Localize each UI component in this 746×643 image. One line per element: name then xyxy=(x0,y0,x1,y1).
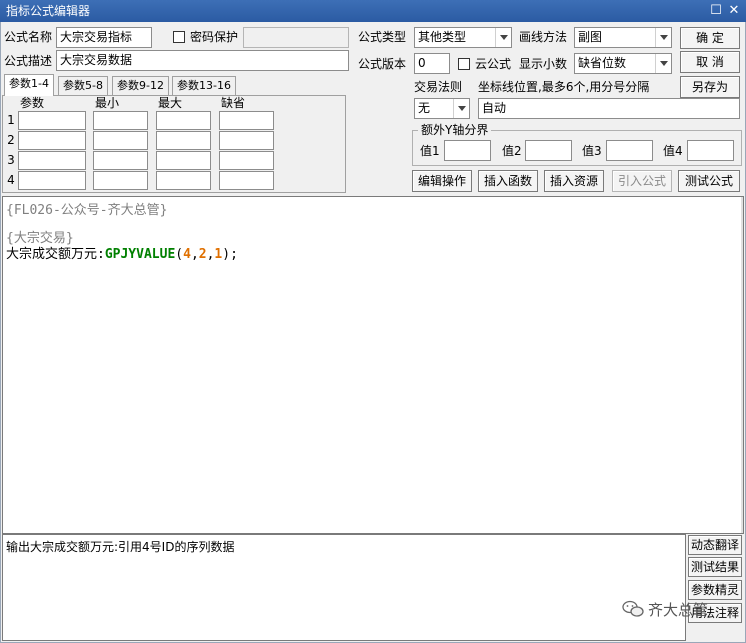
param-row-number: 2 xyxy=(7,133,15,147)
param-min-input-2[interactable] xyxy=(93,131,148,150)
param-min-input-4[interactable] xyxy=(93,171,148,190)
param-min-input-1[interactable] xyxy=(93,111,148,130)
trade-rule-value: 无 xyxy=(418,101,431,115)
code-variable: 大宗成交额万元: xyxy=(6,247,105,262)
param-header-min: 最小 xyxy=(95,96,120,110)
trade-rule-select[interactable]: 无 xyxy=(414,98,470,119)
formula-name-input[interactable]: 大宗交易指标 xyxy=(56,27,152,48)
close-icon[interactable]: ✕ xyxy=(722,0,746,22)
param-max-input-4[interactable] xyxy=(156,171,211,190)
y-value-2-input[interactable] xyxy=(525,140,572,161)
formula-type-select[interactable]: 其他类型 xyxy=(414,27,512,48)
formula-version-label: 公式版本 xyxy=(358,57,407,71)
dynamic-translate-button[interactable]: 动态翻译 xyxy=(688,535,742,555)
y-value-4-label: 值4 xyxy=(663,144,683,158)
output-text: 输出大宗成交额万元:引用4号ID的序列数据 xyxy=(6,540,235,554)
password-label: 密码保护 xyxy=(190,30,239,44)
extra-y-axis-label: 额外Y轴分界 xyxy=(418,123,492,137)
code-close: ); xyxy=(222,247,238,262)
chevron-down-icon xyxy=(495,28,511,47)
param-max-input-2[interactable] xyxy=(156,131,211,150)
tab-params-13-16[interactable]: 参数13-16 xyxy=(172,76,236,95)
param-name-input-1[interactable] xyxy=(18,111,86,130)
tab-params-1-4[interactable]: 参数1-4 xyxy=(4,74,54,96)
param-max-input-3[interactable] xyxy=(156,151,211,170)
tab-params-5-8[interactable]: 参数5-8 xyxy=(58,76,108,95)
param-name-input-3[interactable] xyxy=(18,151,86,170)
param-header-name: 参数 xyxy=(20,96,45,110)
editor-line-code: 大宗成交额万元:GPJYVALUE(4,2,1); xyxy=(6,243,238,262)
editor-line-comment-1: {FL026-公众号-齐大总管} xyxy=(6,203,168,218)
formula-type-label: 公式类型 xyxy=(358,30,407,44)
save-as-button[interactable]: 另存为 xyxy=(680,76,740,98)
cloud-formula-label: 云公式 xyxy=(475,57,512,71)
code-function: GPJYVALUE xyxy=(104,247,176,262)
test-result-button[interactable]: 测试结果 xyxy=(688,557,742,577)
param-row-number: 1 xyxy=(7,113,15,127)
param-default-input-3[interactable] xyxy=(219,151,274,170)
formula-version-input[interactable]: 0 xyxy=(414,53,450,74)
param-name-input-4[interactable] xyxy=(18,171,86,190)
tab-params-9-12[interactable]: 参数9-12 xyxy=(112,76,169,95)
param-header-default: 缺省 xyxy=(221,96,246,110)
test-formula-button[interactable]: 测试公式 xyxy=(678,170,740,192)
edit-ops-button[interactable]: 编辑操作 xyxy=(412,170,472,192)
trade-rule-label: 交易法则 xyxy=(414,80,463,94)
formula-type-value: 其他类型 xyxy=(418,30,467,44)
param-row-number: 4 xyxy=(7,173,15,187)
chevron-down-icon xyxy=(655,54,671,73)
param-header-max: 最大 xyxy=(158,96,183,110)
password-input[interactable] xyxy=(243,27,349,48)
param-row-number: 3 xyxy=(7,153,15,167)
password-checkbox[interactable] xyxy=(173,31,185,43)
param-default-input-4[interactable] xyxy=(219,171,274,190)
y-value-3-label: 值3 xyxy=(582,144,602,158)
formula-name-label: 公式名称 xyxy=(4,30,53,44)
draw-method-value: 副图 xyxy=(578,30,603,44)
editor-scrollbar[interactable] xyxy=(741,197,743,533)
ok-button[interactable]: 确 定 xyxy=(680,27,740,49)
draw-method-select[interactable]: 副图 xyxy=(574,27,672,48)
param-wizard-button[interactable]: 参数精灵 xyxy=(688,580,742,600)
title-bar: 指标公式编辑器 xyxy=(0,0,746,22)
coord-line-label: 坐标线位置,最多6个,用分号分隔 xyxy=(478,80,650,94)
import-formula-button[interactable]: 引入公式 xyxy=(612,170,672,192)
y-value-4-input[interactable] xyxy=(687,140,734,161)
y-value-3-input[interactable] xyxy=(606,140,653,161)
code-arg-1: 4 xyxy=(183,247,191,262)
param-min-input-3[interactable] xyxy=(93,151,148,170)
param-name-input-2[interactable] xyxy=(18,131,86,150)
code-arg-2: 2 xyxy=(198,247,207,262)
code-paren: ( xyxy=(175,247,184,262)
watermark-text: 齐大总管 xyxy=(648,601,709,619)
decimal-label: 显示小数 xyxy=(519,57,568,71)
insert-resource-button[interactable]: 插入资源 xyxy=(544,170,604,192)
draw-method-label: 画线方法 xyxy=(519,30,568,44)
formula-editor[interactable]: {FL026-公众号-齐大总管} {大宗交易} 大宗成交额万元:GPJYVALU… xyxy=(2,196,744,534)
cloud-formula-checkbox[interactable] xyxy=(458,58,470,70)
window-title: 指标公式编辑器 xyxy=(6,4,91,18)
y-value-1-label: 值1 xyxy=(420,144,440,158)
param-default-input-2[interactable] xyxy=(219,131,274,150)
formula-desc-input[interactable]: 大宗交易数据 xyxy=(56,50,349,71)
output-panel: 输出大宗成交额万元:引用4号ID的序列数据 xyxy=(2,534,686,641)
decimal-select[interactable]: 缺省位数 xyxy=(574,53,672,74)
formula-desc-label: 公式描述 xyxy=(4,54,53,68)
code-comma: , xyxy=(190,247,199,262)
y-value-1-input[interactable] xyxy=(444,140,491,161)
param-default-input-1[interactable] xyxy=(219,111,274,130)
wechat-icon xyxy=(622,600,644,617)
cancel-button[interactable]: 取 消 xyxy=(680,51,740,73)
chevron-down-icon xyxy=(453,99,469,118)
chevron-down-icon xyxy=(655,28,671,47)
y-value-2-label: 值2 xyxy=(502,144,522,158)
decimal-value: 缺省位数 xyxy=(578,56,627,70)
param-max-input-1[interactable] xyxy=(156,111,211,130)
insert-function-button[interactable]: 插入函数 xyxy=(478,170,538,192)
coord-line-input[interactable]: 自动 xyxy=(478,98,740,119)
